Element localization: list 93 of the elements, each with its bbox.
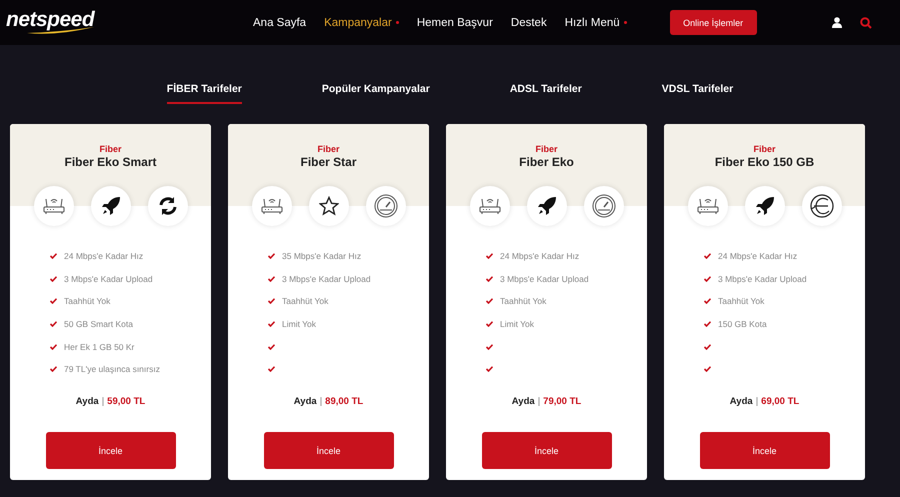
- speedometer-icon: [592, 194, 616, 218]
- feature-text: Limit Yok: [500, 319, 534, 330]
- globe-icon: [808, 193, 834, 219]
- nav-link[interactable]: Kampanyalar: [315, 16, 408, 28]
- price-period: Ayda: [512, 396, 535, 407]
- plan-category: Fiber: [753, 144, 776, 154]
- check-icon: [268, 366, 275, 372]
- check-icon: [268, 276, 275, 282]
- router-icon: [260, 197, 282, 215]
- rocket-icon: [536, 196, 556, 216]
- plan-name: Fiber Eko Smart: [64, 155, 157, 169]
- price-separator: |: [102, 396, 104, 407]
- check-icon: [704, 321, 711, 328]
- rocket-icon: [100, 196, 120, 216]
- feature-text: 50 GB Smart Kota: [64, 319, 133, 330]
- sync-icon: [158, 196, 178, 216]
- plan-category: Fiber: [317, 144, 340, 154]
- price-period: Ayda: [294, 396, 317, 407]
- price-separator: |: [756, 396, 758, 407]
- tab[interactable]: ADSL Tarifeler: [510, 82, 582, 104]
- details-button[interactable]: İncele: [46, 432, 176, 469]
- check-icon: [50, 298, 57, 304]
- price-separator: |: [538, 396, 540, 407]
- check-icon: [268, 298, 275, 304]
- check-icon: [50, 253, 57, 260]
- feature-text: 3 Mbps'e Kadar Upload: [64, 274, 153, 284]
- plan-category: Fiber: [535, 144, 558, 154]
- nav-link[interactable]: Hızlı Menü: [556, 16, 636, 28]
- router-icon: [478, 197, 500, 215]
- online-button[interactable]: Online İşlemler: [670, 10, 757, 35]
- check-icon: [50, 366, 57, 372]
- tab[interactable]: FİBER Tarifeler: [166, 82, 242, 104]
- check-icon: [486, 276, 493, 282]
- check-icon: [486, 344, 493, 350]
- feature-text: Taahhüt Yok: [500, 296, 546, 306]
- price-period: Ayda: [730, 396, 753, 407]
- check-icon: [486, 298, 493, 304]
- router-icon: [42, 197, 64, 215]
- price-amount: 89,00 TL: [325, 396, 364, 407]
- feature-text: 24 Mbps'e Kadar Hız: [500, 251, 580, 262]
- feature-text: Her Ek 1 GB 50 Kr: [64, 342, 134, 352]
- plan-name: Fiber Eko: [519, 155, 574, 169]
- check-icon: [486, 253, 493, 260]
- price-amount: 59,00 TL: [107, 396, 146, 407]
- logo[interactable]: netspeed: [6, 8, 94, 32]
- nav-link[interactable]: Destek: [502, 16, 556, 28]
- nav-link[interactable]: Hemen Başvur: [408, 16, 502, 28]
- dropdown-dot-icon: [624, 21, 627, 24]
- price-period: Ayda: [76, 396, 99, 407]
- check-icon: [704, 253, 711, 260]
- tab[interactable]: Popüler Kampanyalar: [322, 82, 430, 104]
- plan-name: Fiber Eko 150 GB: [714, 155, 814, 169]
- tab[interactable]: VDSL Tarifeler: [662, 82, 734, 104]
- feature-text: 3 Mbps'e Kadar Upload: [500, 274, 589, 284]
- feature-text: 24 Mbps'e Kadar Hız: [718, 251, 798, 262]
- feature-text: 3 Mbps'e Kadar Upload: [282, 274, 371, 284]
- check-icon: [704, 298, 711, 304]
- dropdown-dot-icon: [396, 21, 399, 24]
- feature-text: 3 Mbps'e Kadar Upload: [718, 274, 807, 284]
- details-button[interactable]: İncele: [700, 432, 830, 469]
- price-amount: 69,00 TL: [761, 396, 800, 407]
- check-icon: [704, 344, 711, 350]
- plan-name: Fiber Star: [300, 155, 356, 169]
- feature-text: 35 Mbps'e Kadar Hız: [282, 251, 362, 262]
- check-icon: [486, 321, 493, 328]
- star-icon: [318, 196, 338, 216]
- rocket-icon: [754, 196, 774, 216]
- price-separator: |: [320, 396, 322, 407]
- feature-text: 24 Mbps'e Kadar Hız: [64, 251, 144, 262]
- details-button[interactable]: İncele: [482, 432, 612, 469]
- check-icon: [268, 344, 275, 350]
- speedometer-icon: [374, 194, 398, 218]
- feature-text: 79 TL'ye ulaşınca sınırsız: [64, 364, 160, 374]
- check-icon: [486, 366, 493, 372]
- check-icon: [268, 321, 275, 328]
- user-icon[interactable]: [832, 17, 842, 28]
- router-icon: [696, 197, 718, 215]
- feature-text: Taahhüt Yok: [718, 296, 764, 306]
- details-button[interactable]: İncele: [264, 432, 394, 469]
- check-icon: [268, 253, 275, 260]
- check-icon: [50, 344, 57, 350]
- plan-category: Fiber: [99, 144, 122, 154]
- price-amount: 79,00 TL: [543, 396, 582, 407]
- feature-text: Taahhüt Yok: [64, 296, 110, 306]
- feature-text: 150 GB Kota: [718, 319, 767, 330]
- check-icon: [50, 321, 57, 328]
- check-icon: [50, 276, 57, 282]
- feature-text: Taahhüt Yok: [282, 296, 328, 306]
- check-icon: [704, 276, 711, 282]
- check-icon: [704, 366, 711, 372]
- nav-link[interactable]: Ana Sayfa: [244, 16, 316, 28]
- search-icon[interactable]: [860, 16, 872, 28]
- feature-text: Limit Yok: [282, 319, 316, 330]
